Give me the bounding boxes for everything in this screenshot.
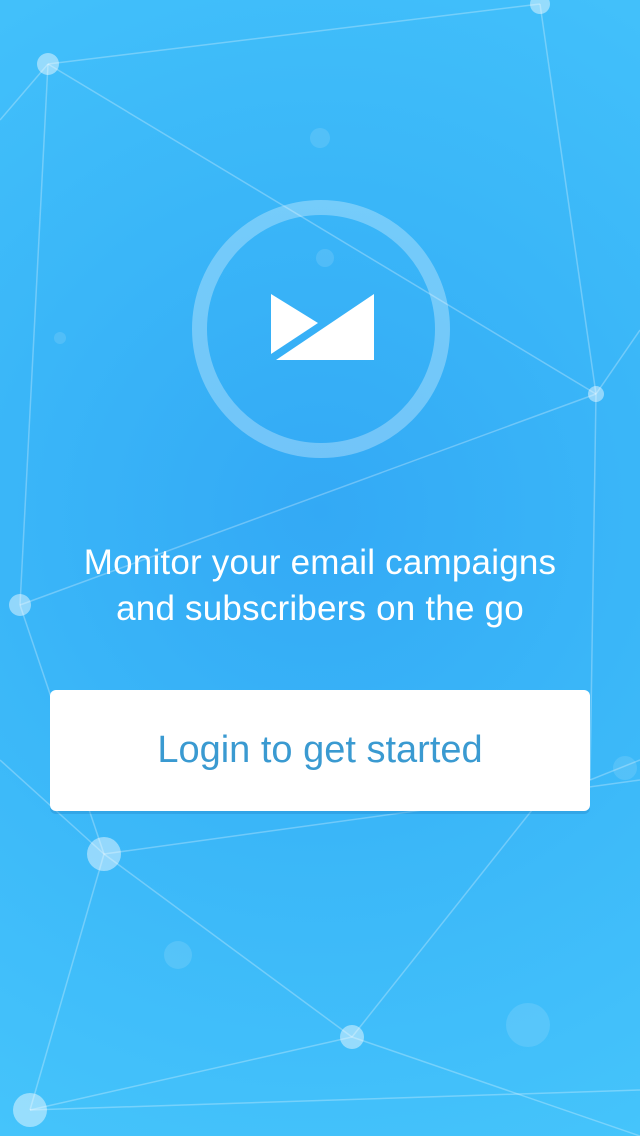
welcome-screen: Monitor your email campaigns and subscri… <box>0 0 640 1136</box>
tagline-line-2: and subscribers on the go <box>116 589 524 628</box>
app-logo <box>192 200 450 458</box>
envelope-icon <box>271 294 374 360</box>
login-button-label: Login to get started <box>157 729 483 771</box>
tagline-line-1: Monitor your email campaigns <box>83 543 557 582</box>
login-button[interactable]: Login to get started <box>50 690 590 811</box>
tagline: Monitor your email campaigns and subscri… <box>0 540 640 632</box>
